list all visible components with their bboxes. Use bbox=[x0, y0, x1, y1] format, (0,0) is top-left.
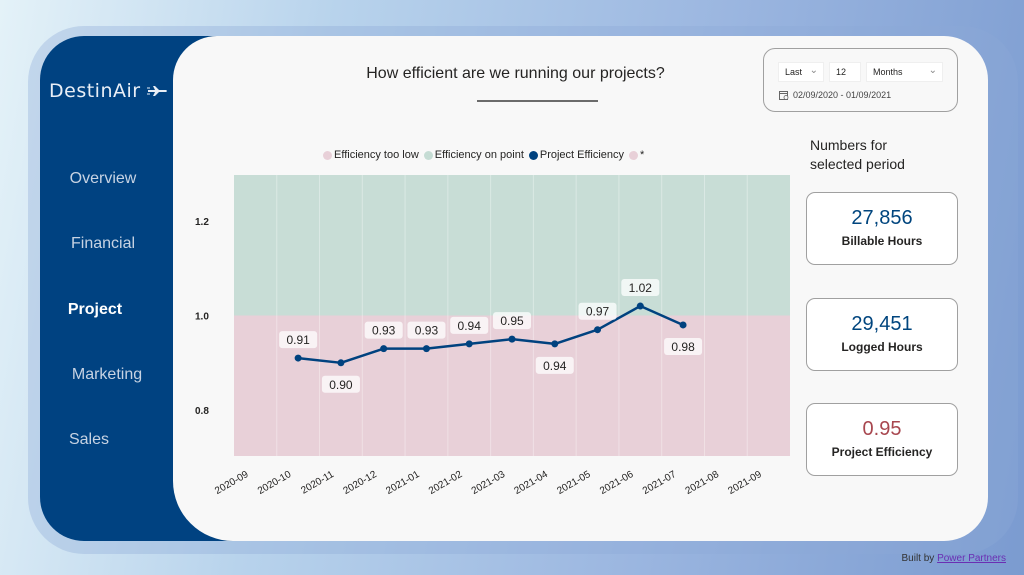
data-point bbox=[594, 326, 602, 334]
chevron-down-icon: ⌄ bbox=[928, 65, 937, 76]
sidebar-item-sales[interactable]: Sales bbox=[24, 431, 154, 449]
data-point bbox=[294, 354, 302, 362]
x-tick-label: 2021-08 bbox=[684, 469, 722, 497]
kpi-card-logged-hours: 29,451 Logged Hours bbox=[806, 298, 958, 371]
kpi-card-project-efficiency: 0.95 Project Efficiency bbox=[806, 403, 958, 476]
kpi-label: Logged Hours bbox=[841, 340, 923, 354]
kpi-value: 29,451 bbox=[851, 313, 913, 335]
x-tick-label: 2021-07 bbox=[641, 469, 679, 497]
x-tick-label: 2021-09 bbox=[726, 469, 764, 497]
data-label: 0.97 bbox=[586, 305, 610, 319]
data-point bbox=[337, 359, 345, 367]
data-label: 0.93 bbox=[415, 324, 439, 338]
data-label: 1.02 bbox=[629, 281, 653, 295]
sidebar-item-overview[interactable]: Overview bbox=[38, 170, 168, 188]
sidebar-item-project[interactable]: Project bbox=[30, 301, 160, 319]
date-range-text: 02/09/2020 - 01/09/2021 bbox=[793, 90, 892, 100]
y-tick-label: 1.0 bbox=[195, 312, 209, 323]
data-point bbox=[380, 345, 388, 353]
filter-count-input[interactable]: 12 bbox=[829, 62, 861, 82]
footer: Built by Power Partners bbox=[902, 553, 1007, 564]
data-label: 0.90 bbox=[329, 378, 353, 392]
date-range: 02/09/2020 - 01/09/2021 bbox=[779, 90, 891, 100]
data-point bbox=[422, 345, 430, 353]
data-point bbox=[679, 321, 687, 329]
filter-unit-select[interactable]: Months ⌄ bbox=[866, 62, 943, 82]
y-tick-label: 1.2 bbox=[195, 217, 209, 228]
data-label: 0.93 bbox=[372, 324, 396, 338]
data-label: 0.91 bbox=[286, 333, 310, 347]
footer-prefix: Built by bbox=[901, 553, 938, 564]
efficiency-chart: 0.81.01.22020-09 2020-10 2020-11 2020-12 202… bbox=[195, 175, 790, 497]
airplane-icon bbox=[146, 86, 167, 96]
kpi-value: 0.95 bbox=[862, 418, 902, 440]
kpi-label: Project Efficiency bbox=[831, 445, 933, 459]
y-tick-label: 0.8 bbox=[195, 406, 209, 417]
x-tick-label: 2021-06 bbox=[598, 469, 636, 497]
filter-count-value: 12 bbox=[836, 67, 847, 77]
band-efficiency-on-point bbox=[234, 175, 790, 316]
x-tick-label: 2020-12 bbox=[341, 469, 379, 497]
sidebar-item-marketing[interactable]: Marketing bbox=[42, 366, 172, 384]
data-point bbox=[551, 340, 559, 348]
kpi-value: 27,856 bbox=[851, 207, 913, 229]
x-tick-label: 2021-05 bbox=[555, 469, 593, 497]
x-tick-label: 2020-10 bbox=[256, 469, 294, 497]
kpi-card-billable-hours: 27,856 Billable Hours bbox=[806, 192, 958, 265]
kpi-label: Billable Hours bbox=[841, 234, 923, 248]
x-tick-label: 2021-03 bbox=[470, 469, 508, 497]
x-tick-label: 2020-11 bbox=[299, 469, 336, 497]
main-panel: How efficient are we running our project… bbox=[173, 36, 988, 541]
data-label: 0.94 bbox=[543, 359, 567, 373]
x-tick-label: 2021-01 bbox=[384, 469, 422, 497]
data-point bbox=[465, 340, 473, 348]
kpi-header: Numbers for selected period bbox=[810, 136, 905, 174]
chevron-down-icon: ⌄ bbox=[809, 65, 818, 76]
filter-unit-value: Months bbox=[873, 67, 903, 77]
data-label: 0.95 bbox=[500, 314, 524, 328]
data-point bbox=[636, 302, 644, 310]
x-tick-label: 2021-04 bbox=[513, 469, 551, 497]
footer-link[interactable]: Power Partners bbox=[937, 553, 1006, 564]
sidebar-item-financial[interactable]: Financial bbox=[38, 235, 168, 253]
x-tick-label: 2020-09 bbox=[213, 469, 251, 497]
data-point bbox=[508, 335, 516, 343]
logo: DestinAir bbox=[49, 80, 169, 102]
kpi-header-line1: Numbers for bbox=[810, 137, 888, 153]
logo-text: DestinAir bbox=[49, 80, 141, 102]
data-label: 0.94 bbox=[458, 319, 482, 333]
data-label: 0.98 bbox=[671, 340, 695, 354]
kpi-header-line2: selected period bbox=[810, 156, 905, 172]
x-tick-label: 2021-02 bbox=[427, 469, 465, 497]
